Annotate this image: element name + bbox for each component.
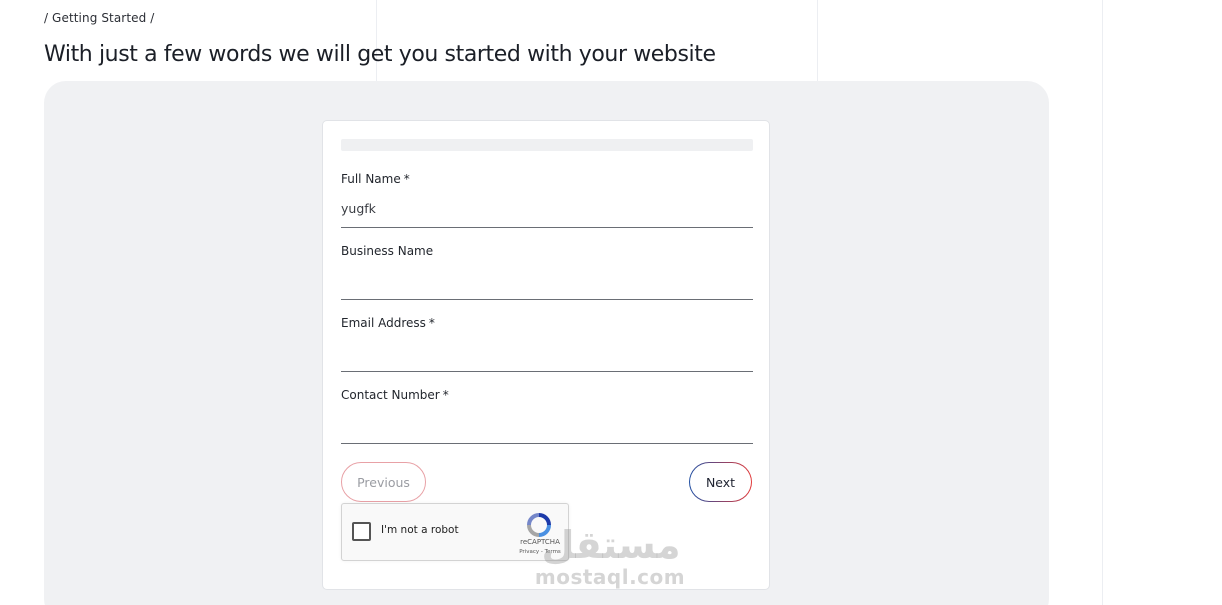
recaptcha-label: I'm not a robot [381, 524, 459, 536]
email-address-label-text: Email Address [341, 316, 426, 330]
next-button[interactable]: Next [689, 462, 752, 502]
breadcrumb: / Getting Started / [44, 11, 155, 25]
required-marker: * [442, 388, 449, 402]
contact-number-label-text: Contact Number [341, 388, 440, 402]
recaptcha-logo-icon [527, 513, 551, 537]
business-name-label: Business Name [341, 244, 436, 258]
required-marker: * [403, 172, 410, 186]
business-name-label-text: Business Name [341, 244, 434, 258]
full-name-label: Full Name * [341, 172, 410, 186]
email-address-input[interactable] [341, 340, 753, 364]
business-name-input[interactable] [341, 268, 753, 292]
email-address-label: Email Address * [341, 316, 435, 330]
required-marker: * [428, 316, 435, 330]
recaptcha-checkbox[interactable] [352, 522, 371, 541]
email-address-field: Email Address * [341, 316, 753, 372]
recaptcha-brand: reCAPTCHA [520, 538, 560, 546]
full-name-field: Full Name * [341, 172, 753, 228]
full-name-input[interactable] [341, 196, 753, 220]
full-name-label-text: Full Name [341, 172, 401, 186]
previous-button[interactable]: Previous [341, 462, 426, 502]
business-name-field: Business Name [341, 244, 753, 300]
recaptcha-links[interactable]: Privacy - Terms [512, 549, 568, 555]
signup-form-card: Full Name * Business Name Email Address … [322, 120, 770, 590]
recaptcha-widget: I'm not a robot reCAPTCHA Privacy - Term… [341, 503, 569, 561]
contact-number-label: Contact Number * [341, 388, 449, 402]
contact-number-input[interactable] [341, 412, 753, 436]
contact-number-field: Contact Number * [341, 388, 753, 444]
layout-guide-line [1102, 0, 1103, 605]
page-title: With just a few words we will get you st… [44, 42, 716, 67]
progress-bar [341, 139, 753, 151]
